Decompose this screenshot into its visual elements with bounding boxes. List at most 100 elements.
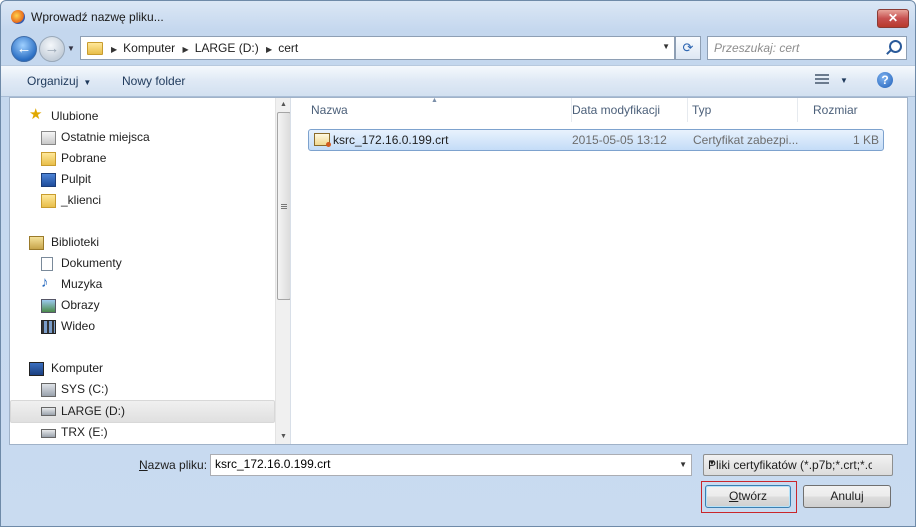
- breadcrumb-separator-icon[interactable]: ▶: [266, 45, 272, 54]
- command-toolbar: Organizuj ▼ Nowy folder ▼ ?: [1, 65, 915, 97]
- forward-button[interactable]: →: [39, 36, 65, 62]
- navigation-pane: ★ Ulubione Ostatnie miejsca Pobrane Pulp…: [10, 98, 290, 444]
- sidebar-item-drive-d[interactable]: LARGE (D:): [10, 400, 275, 423]
- recent-pages-dropdown-icon[interactable]: ▼: [67, 44, 75, 53]
- refresh-button[interactable]: ⟳: [675, 36, 701, 60]
- sidebar-item-label: Wideo: [61, 319, 96, 333]
- chevron-down-icon[interactable]: ▼: [679, 460, 687, 469]
- videos-icon: [41, 320, 56, 334]
- sidebar-item-label: Obrazy: [61, 298, 100, 312]
- sidebar-item-music[interactable]: ♪ Muzyka: [10, 274, 273, 295]
- sidebar-item-label: Ostatnie miejsca: [61, 130, 150, 144]
- file-type-select[interactable]: Pliki certyfikatów (*.p7b;*.crt;*.cer) ▼: [703, 454, 893, 476]
- file-modified: 2015-05-05 13:12: [572, 133, 667, 147]
- dialog-footer: Nazwa pliku: ▼ Pliki certyfikatów (*.p7b…: [1, 444, 915, 526]
- recent-places-icon: [41, 131, 56, 145]
- sidebar-group-label: Biblioteki: [51, 235, 100, 249]
- breadcrumb-item[interactable]: LARGE (D:): [195, 41, 259, 55]
- sidebar-item-klienci[interactable]: _klienci: [10, 190, 273, 211]
- breadcrumb-separator-icon[interactable]: ▶: [183, 45, 189, 54]
- sidebar-item-drive-e[interactable]: TRX (E:): [10, 422, 273, 443]
- sidebar-item-label: Pobrane: [61, 151, 107, 165]
- title-bar: Wprowadź nazwę pliku... ✕: [1, 1, 915, 31]
- address-bar[interactable]: ▶ Komputer ▶ LARGE (D:) ▶ cert ▼: [80, 36, 675, 60]
- chevron-down-icon[interactable]: ▼: [662, 42, 670, 51]
- filename-label-mnemonic: N: [139, 458, 148, 472]
- open-button[interactable]: Otwórz: [705, 485, 791, 508]
- sidebar-item-drive-c[interactable]: SYS (C:): [10, 379, 273, 400]
- documents-icon: [41, 257, 53, 271]
- filename-input[interactable]: [211, 455, 673, 473]
- navigation-scrollbar[interactable]: ▲ ▼: [275, 98, 290, 444]
- sidebar-item-documents[interactable]: Dokumenty: [10, 253, 273, 274]
- view-options-icon[interactable]: [815, 74, 829, 86]
- breadcrumb-item[interactable]: Komputer: [123, 41, 175, 55]
- back-button[interactable]: ←: [11, 36, 37, 62]
- drive-icon: [41, 429, 56, 438]
- column-header-name[interactable]: Nazwa: [291, 98, 572, 122]
- certificate-file-icon: [314, 133, 331, 147]
- filename-label-text: azwa pliku:: [147, 458, 208, 472]
- dialog-title: Wprowadź nazwę pliku...: [31, 10, 164, 24]
- music-icon: ♪: [41, 274, 49, 291]
- scroll-down-icon[interactable]: ▼: [280, 433, 287, 440]
- cancel-button[interactable]: Anuluj: [803, 485, 891, 508]
- breadcrumb-separator-icon[interactable]: ▶: [111, 45, 117, 54]
- sidebar-group-computer[interactable]: Komputer: [10, 358, 273, 379]
- folder-icon: [87, 42, 103, 55]
- filename-field[interactable]: ▼: [210, 454, 692, 476]
- sidebar-item-label: SYS (C:): [61, 382, 109, 396]
- scroll-up-icon[interactable]: ▲: [280, 101, 287, 108]
- new-folder-button[interactable]: Nowy folder: [122, 74, 185, 88]
- scrollbar-thumb[interactable]: [277, 112, 290, 300]
- sidebar-item-label: _klienci: [61, 193, 102, 207]
- sidebar-group-label: Komputer: [51, 361, 104, 375]
- file-dialog-window: Wprowadź nazwę pliku... ✕ ← → ▼ ▶ Kompute…: [0, 0, 916, 527]
- column-header-size[interactable]: Rozmiar: [803, 98, 893, 122]
- organize-button[interactable]: Organizuj ▼: [27, 74, 91, 88]
- column-header-modified[interactable]: Data modyfikacji: [563, 98, 688, 122]
- libraries-icon: [29, 236, 44, 250]
- sidebar-item-desktop[interactable]: Pulpit: [10, 169, 273, 190]
- file-row[interactable]: ksrc_172.16.0.199.crt 2015-05-05 13:12 C…: [308, 129, 884, 151]
- chevron-down-icon[interactable]: ▼: [708, 458, 872, 467]
- pictures-icon: [41, 299, 56, 313]
- file-type: Certyfikat zabezpi...: [693, 133, 799, 147]
- folder-icon: [41, 194, 56, 208]
- sidebar-item-label: Muzyka: [61, 277, 103, 291]
- star-icon: ★: [29, 106, 43, 123]
- search-icon[interactable]: [889, 40, 902, 53]
- sidebar-item-videos[interactable]: Wideo: [10, 316, 273, 337]
- firefox-icon: [11, 10, 25, 24]
- file-list: ▲ Nazwa Data modyfikacji Typ Rozmiar ksr…: [291, 97, 907, 444]
- chevron-down-icon[interactable]: ▼: [840, 76, 848, 85]
- sidebar-item-downloads[interactable]: Pobrane: [10, 148, 273, 169]
- drive-icon: [41, 407, 56, 416]
- open-label-mnemonic: O: [728, 489, 739, 503]
- sidebar-group-favorites[interactable]: ★ Ulubione: [10, 106, 273, 127]
- file-name: ksrc_172.16.0.199.crt: [333, 133, 449, 147]
- sidebar-item-recent-places[interactable]: Ostatnie miejsca: [10, 127, 273, 148]
- sidebar-item-label: TRX (E:): [61, 425, 108, 439]
- sidebar-item-label: Dokumenty: [61, 256, 122, 270]
- close-button[interactable]: ✕: [877, 9, 909, 28]
- browser-area: ★ Ulubione Ostatnie miejsca Pobrane Pulp…: [9, 97, 908, 445]
- sidebar-group-label: Ulubione: [51, 109, 99, 123]
- chevron-down-icon: ▼: [83, 78, 92, 87]
- sidebar-item-pictures[interactable]: Obrazy: [10, 295, 273, 316]
- sidebar-item-label: Pulpit: [61, 172, 92, 186]
- column-header-type[interactable]: Typ: [687, 98, 798, 122]
- help-icon[interactable]: ?: [877, 72, 893, 88]
- sidebar-item-label: LARGE (D:): [61, 404, 126, 418]
- filename-label: Nazwa pliku:: [139, 458, 207, 472]
- desktop-icon: [41, 173, 56, 187]
- navigation-bar: ← → ▼ ▶ Komputer ▶ LARGE (D:) ▶ cert ▼ ⟳ Pr…: [1, 33, 915, 63]
- search-input[interactable]: Przeszukaj: cert: [707, 36, 907, 60]
- downloads-folder-icon: [41, 152, 56, 166]
- breadcrumb-item[interactable]: cert: [278, 41, 298, 55]
- breadcrumb: ▶ Komputer ▶ LARGE (D:) ▶ cert: [107, 41, 298, 55]
- grip-icon: [281, 204, 287, 210]
- organize-label: Organizuj: [27, 74, 79, 88]
- sidebar-group-libraries[interactable]: Biblioteki: [10, 232, 273, 253]
- open-label-text: twórz: [738, 489, 767, 503]
